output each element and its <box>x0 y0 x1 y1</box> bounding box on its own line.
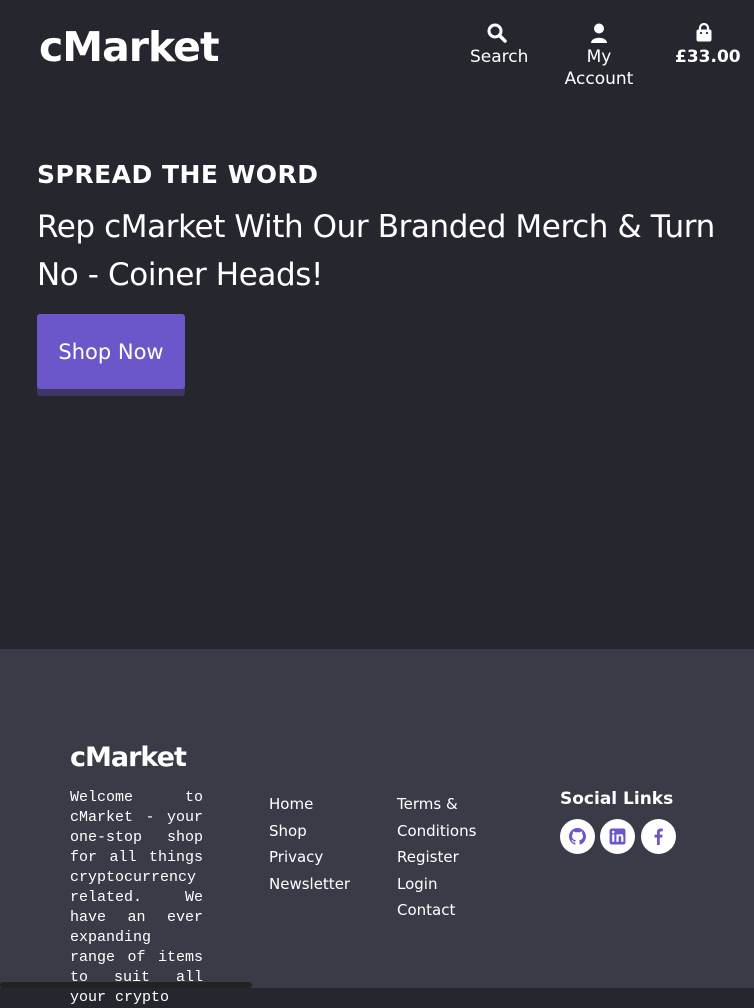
nav-account-label: My Account <box>564 47 634 89</box>
social-links-title: Social Links <box>560 789 674 809</box>
footer-logo[interactable]: cMarket <box>70 741 187 775</box>
footer-links-primary: Home Shop Privacy Newsletter <box>269 791 350 897</box>
github-icon <box>569 828 586 845</box>
site-header: cMarket Search My Account £33.00 <box>0 0 754 100</box>
footer-links-secondary: Terms & Conditions Register Login Contac… <box>397 791 476 924</box>
shop-now-button[interactable]: Shop Now <box>37 314 185 389</box>
github-link[interactable] <box>560 819 595 854</box>
linkedin-link[interactable] <box>600 819 636 854</box>
site-footer: cMarket Welcome to cMarket - your one-st… <box>0 649 754 1006</box>
horizontal-scrollbar[interactable] <box>0 982 252 988</box>
footer-link-home[interactable]: Home <box>269 791 350 818</box>
nav-search[interactable]: Search <box>470 22 529 68</box>
footer-link-contact[interactable]: Contact <box>397 897 476 924</box>
footer-link-privacy[interactable]: Privacy <box>269 844 350 871</box>
hero-kicker: SPREAD THE WORD <box>37 160 319 189</box>
nav-my-account[interactable]: My Account <box>551 22 647 90</box>
footer-link-shop[interactable]: Shop <box>269 818 350 845</box>
hero-title: Rep cMarket With Our Branded Merch & Tur… <box>37 209 715 293</box>
footer-link-newsletter[interactable]: Newsletter <box>269 871 350 898</box>
cart-total: £33.00 <box>675 47 741 67</box>
footer-description: Welcome to cMarket - your one-stop shop … <box>70 789 203 1006</box>
shopping-bag-icon <box>675 22 732 44</box>
search-icon <box>470 22 524 44</box>
facebook-link[interactable] <box>640 819 676 854</box>
site-logo[interactable]: cMarket <box>39 22 220 72</box>
facebook-icon <box>654 828 663 845</box>
footer-link-login[interactable]: Login <box>397 871 476 898</box>
social-links <box>560 819 677 859</box>
footer-link-register[interactable]: Register <box>397 844 476 871</box>
footer-link-terms[interactable]: Terms & <box>397 791 476 818</box>
user-icon <box>551 22 647 44</box>
nav-search-label: Search <box>470 47 529 67</box>
footer-link-conditions[interactable]: Conditions <box>397 818 476 845</box>
linkedin-icon <box>609 828 626 845</box>
nav-cart[interactable]: £33.00 <box>675 22 741 68</box>
